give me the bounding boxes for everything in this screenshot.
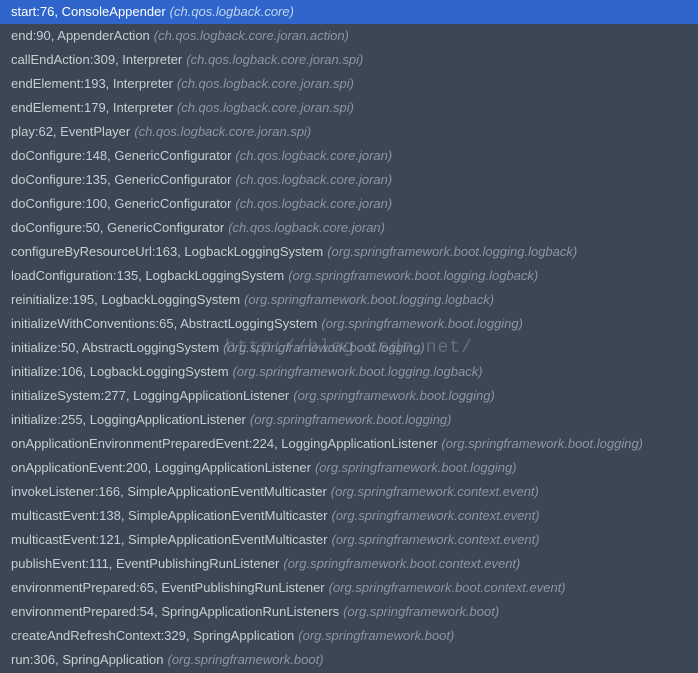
stack-frame-row[interactable]: doConfigure:148, GenericConfigurator (ch.… [0, 144, 698, 168]
stack-frame-row[interactable]: start:76, ConsoleAppender (ch.qos.logback… [0, 0, 698, 24]
stack-frame-row[interactable]: reinitialize:195, LogbackLoggingSystem (o… [0, 288, 698, 312]
stack-frame-row[interactable]: callEndAction:309, Interpreter (ch.qos.lo… [0, 48, 698, 72]
frame-method: run:306, SpringApplication [11, 652, 164, 667]
frame-package: (org.springframework.boot.logging.logbac… [288, 268, 538, 283]
frame-method: createAndRefreshContext:329, SpringAppli… [11, 628, 294, 643]
frame-method: doConfigure:100, GenericConfigurator [11, 196, 231, 211]
stack-frame-row[interactable]: initialize:50, AbstractLoggingSystem (org… [0, 336, 698, 360]
frame-package: (ch.qos.logback.core.joran) [235, 148, 392, 163]
frame-method: end:90, AppenderAction [11, 28, 150, 43]
frame-method: initialize:50, AbstractLoggingSystem [11, 340, 219, 355]
frame-method: onApplicationEvent:200, LoggingApplicati… [11, 460, 311, 475]
stack-frame-row[interactable]: loadConfiguration:135, LogbackLoggingSys… [0, 264, 698, 288]
stack-frame-row[interactable]: endElement:193, Interpreter (ch.qos.logba… [0, 72, 698, 96]
frame-method: initialize:106, LogbackLoggingSystem [11, 364, 229, 379]
stack-frame-row[interactable]: doConfigure:135, GenericConfigurator (ch.… [0, 168, 698, 192]
frame-package: (ch.qos.logback.core.joran.spi) [134, 124, 311, 139]
frame-package: (org.springframework.boot) [298, 628, 454, 643]
frame-method: multicastEvent:138, SimpleApplicationEve… [11, 508, 327, 523]
frame-method: start:76, ConsoleAppender [11, 4, 166, 19]
frame-method: initialize:255, LoggingApplicationListen… [11, 412, 246, 427]
frame-package: (org.springframework.boot) [343, 604, 499, 619]
frame-method: callEndAction:309, Interpreter [11, 52, 182, 67]
stack-frame-row[interactable]: initializeWithConventions:65, AbstractLo… [0, 312, 698, 336]
stack-frame-row[interactable]: doConfigure:100, GenericConfigurator (ch.… [0, 192, 698, 216]
stack-frame-row[interactable]: run:306, SpringApplication (org.springfra… [0, 648, 698, 672]
frame-package: (org.springframework.boot.logging) [441, 436, 643, 451]
stack-frame-row[interactable]: configureByResourceUrl:163, LogbackLoggi… [0, 240, 698, 264]
frame-package: (org.springframework.context.event) [331, 508, 539, 523]
stack-frame-row[interactable]: environmentPrepared:54, SpringApplicatio… [0, 600, 698, 624]
frame-package: (ch.qos.logback.core.joran) [235, 172, 392, 187]
stack-frame-row[interactable]: play:62, EventPlayer (ch.qos.logback.core… [0, 120, 698, 144]
frame-package: (ch.qos.logback.core.joran.action) [154, 28, 349, 43]
frame-method: play:62, EventPlayer [11, 124, 130, 139]
frame-method: environmentPrepared:65, EventPublishingR… [11, 580, 325, 595]
frame-package: (org.springframework.boot.logging.logbac… [327, 244, 577, 259]
stack-frame-list: start:76, ConsoleAppender (ch.qos.logback… [0, 0, 698, 672]
frame-package: (org.springframework.boot.logging) [250, 412, 452, 427]
frame-package: (org.springframework.boot.logging) [315, 460, 517, 475]
frame-method: doConfigure:148, GenericConfigurator [11, 148, 231, 163]
frame-method: doConfigure:135, GenericConfigurator [11, 172, 231, 187]
frame-method: endElement:193, Interpreter [11, 76, 173, 91]
stack-frame-row[interactable]: environmentPrepared:65, EventPublishingR… [0, 576, 698, 600]
frame-method: multicastEvent:121, SimpleApplicationEve… [11, 532, 327, 547]
stack-frame-row[interactable]: onApplicationEvent:200, LoggingApplicati… [0, 456, 698, 480]
frame-method: environmentPrepared:54, SpringApplicatio… [11, 604, 339, 619]
frame-package: (ch.qos.logback.core) [170, 4, 294, 19]
stack-frame-row[interactable]: onApplicationEnvironmentPreparedEvent:22… [0, 432, 698, 456]
stack-frame-row[interactable]: doConfigure:50, GenericConfigurator (ch.q… [0, 216, 698, 240]
frame-package: (ch.qos.logback.core.joran) [228, 220, 385, 235]
frame-package: (org.springframework.boot.context.event) [283, 556, 520, 571]
frame-package: (org.springframework.boot.logging.logbac… [244, 292, 494, 307]
stack-frame-row[interactable]: end:90, AppenderAction (ch.qos.logback.co… [0, 24, 698, 48]
frame-method: reinitialize:195, LogbackLoggingSystem [11, 292, 240, 307]
frame-package: (ch.qos.logback.core.joran.spi) [177, 100, 354, 115]
frame-method: publishEvent:111, EventPublishingRunList… [11, 556, 279, 571]
stack-frame-row[interactable]: createAndRefreshContext:329, SpringAppli… [0, 624, 698, 648]
frame-package: (org.springframework.boot) [168, 652, 324, 667]
frame-method: invokeListener:166, SimpleApplicationEve… [11, 484, 327, 499]
stack-frame-row[interactable]: initialize:255, LoggingApplicationListen… [0, 408, 698, 432]
frame-package: (org.springframework.boot.logging) [223, 340, 425, 355]
stack-frame-row[interactable]: multicastEvent:121, SimpleApplicationEve… [0, 528, 698, 552]
frame-package: (org.springframework.boot.logging.logbac… [233, 364, 483, 379]
frame-package: (org.springframework.boot.logging) [293, 388, 495, 403]
frame-package: (ch.qos.logback.core.joran) [235, 196, 392, 211]
frame-package: (org.springframework.boot.context.event) [329, 580, 566, 595]
stack-frame-row[interactable]: endElement:179, Interpreter (ch.qos.logba… [0, 96, 698, 120]
stack-frame-row[interactable]: initialize:106, LogbackLoggingSystem (org… [0, 360, 698, 384]
frame-method: initializeWithConventions:65, AbstractLo… [11, 316, 317, 331]
stack-frame-row[interactable]: invokeListener:166, SimpleApplicationEve… [0, 480, 698, 504]
stack-frame-row[interactable]: multicastEvent:138, SimpleApplicationEve… [0, 504, 698, 528]
frame-method: configureByResourceUrl:163, LogbackLoggi… [11, 244, 323, 259]
frame-package: (org.springframework.context.event) [331, 484, 539, 499]
frame-method: onApplicationEnvironmentPreparedEvent:22… [11, 436, 437, 451]
frame-method: doConfigure:50, GenericConfigurator [11, 220, 224, 235]
frame-package: (org.springframework.boot.logging) [321, 316, 523, 331]
stack-frame-row[interactable]: publishEvent:111, EventPublishingRunList… [0, 552, 698, 576]
frame-package: (org.springframework.context.event) [331, 532, 539, 547]
frame-method: endElement:179, Interpreter [11, 100, 173, 115]
frame-method: initializeSystem:277, LoggingApplication… [11, 388, 289, 403]
frame-method: loadConfiguration:135, LogbackLoggingSys… [11, 268, 284, 283]
stack-frame-row[interactable]: initializeSystem:277, LoggingApplication… [0, 384, 698, 408]
frame-package: (ch.qos.logback.core.joran.spi) [186, 52, 363, 67]
frame-package: (ch.qos.logback.core.joran.spi) [177, 76, 354, 91]
